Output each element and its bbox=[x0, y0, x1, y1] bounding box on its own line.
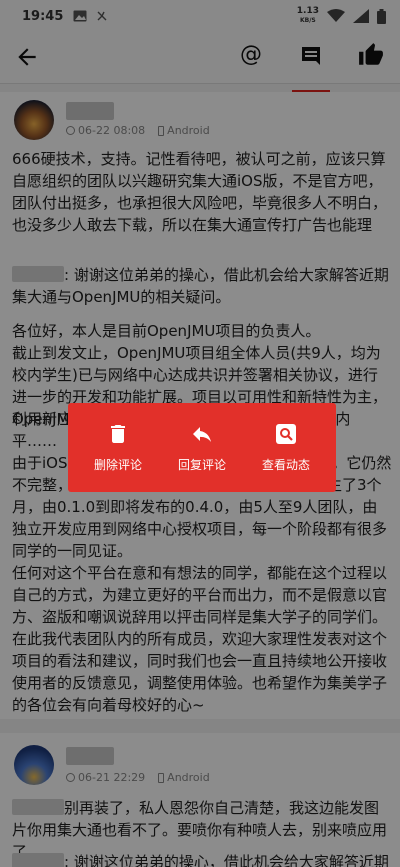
trash-icon bbox=[111, 425, 125, 443]
search-icon bbox=[276, 424, 296, 444]
view-post-button[interactable]: 查看动态 bbox=[248, 422, 324, 473]
delete-comment-button[interactable]: 删除评论 bbox=[80, 422, 156, 473]
comment-action-popup: 删除评论 回复评论 查看动态 bbox=[68, 403, 336, 492]
reply-comment-button[interactable]: 回复评论 bbox=[164, 422, 240, 473]
reply-icon bbox=[193, 427, 211, 442]
